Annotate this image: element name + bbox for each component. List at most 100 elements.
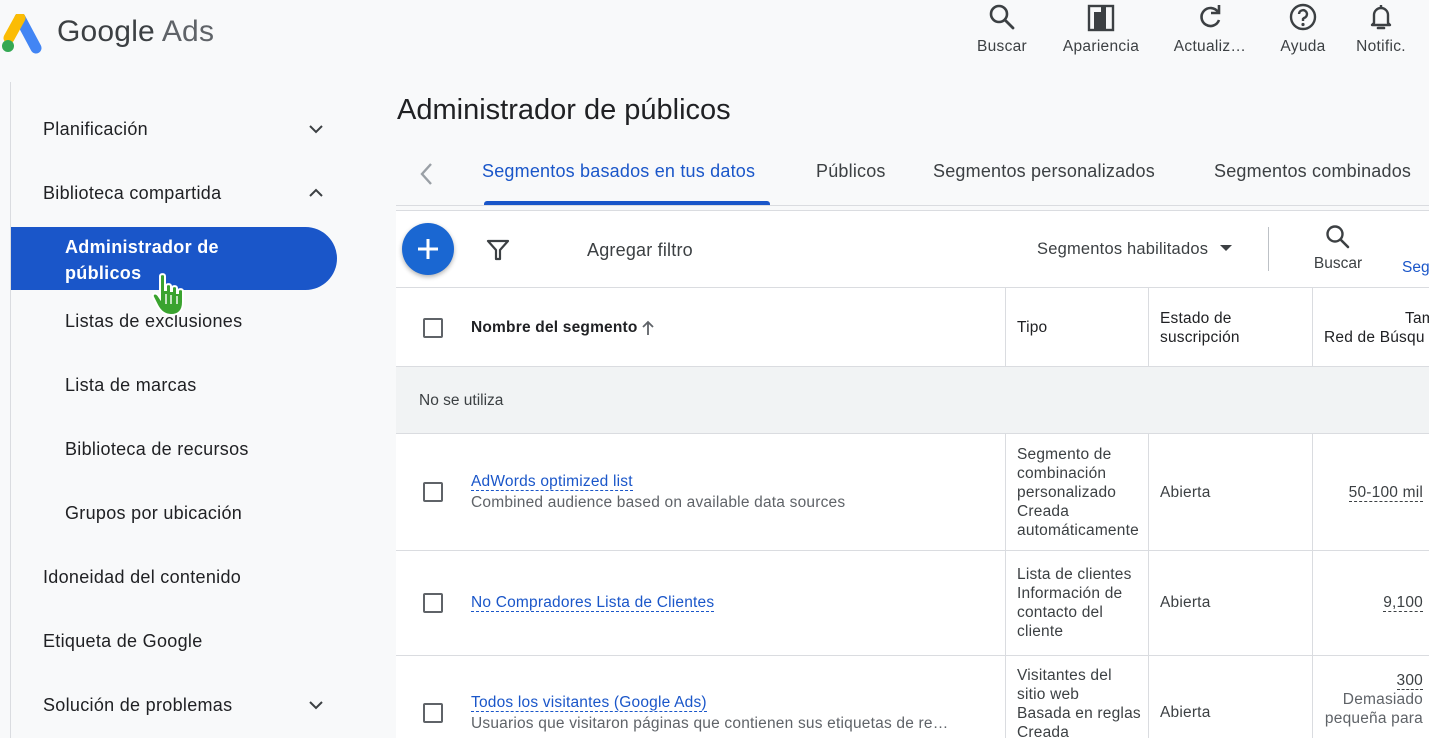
search-icon: [989, 4, 1015, 30]
segment-name-link[interactable]: No Compradores Lista de Clientes: [471, 594, 715, 612]
refresh-button[interactable]: Actualiz…: [1170, 0, 1250, 64]
segment-status-cell: Abierta: [1160, 704, 1211, 721]
brand-name: Google Ads: [57, 15, 214, 49]
tab-segmentos-combinados[interactable]: Segmentos combinados: [1214, 161, 1411, 182]
top-bar: Google Ads Buscar Apariencia Actualiz… A…: [0, 0, 1429, 72]
google-ads-app: Google Ads Buscar Apariencia Actualiz… A…: [0, 0, 1429, 738]
segment-name-cell: AdWords optimized list: [471, 472, 633, 491]
column-header-type[interactable]: Tipo: [1017, 318, 1047, 337]
column-header-size-line1[interactable]: Tama: [1405, 309, 1429, 328]
add-segment-button[interactable]: [402, 223, 454, 275]
sidebar-item-biblioteca-compartida[interactable]: Biblioteca compartida: [11, 172, 347, 216]
sidebar-item-label: Idoneidad del contenido: [43, 567, 242, 587]
sidebar-item-planificacion[interactable]: Planificación: [11, 108, 347, 152]
top-search-button[interactable]: Buscar: [972, 0, 1032, 64]
appearance-button[interactable]: Apariencia: [1057, 0, 1145, 64]
tab-segmentos-basados[interactable]: Segmentos basados en tus datos: [482, 161, 755, 182]
tab-bar: Segmentos basados en tus datos Públicos …: [396, 146, 1429, 206]
google-ads-logo-icon[interactable]: [0, 14, 44, 54]
column-divider: [1148, 551, 1149, 656]
type-line: Creada: [1017, 724, 1070, 738]
type-line: Información de: [1017, 585, 1123, 602]
column-divider: [1005, 288, 1006, 367]
filter-icon[interactable]: [486, 239, 510, 261]
segment-name-link[interactable]: Todos los visitantes (Google Ads): [471, 694, 707, 712]
segment-size-value[interactable]: 50-100 mil: [1348, 484, 1423, 502]
arrow-up-icon[interactable]: [640, 319, 656, 337]
segment-description: Combined audience based on available dat…: [471, 494, 846, 511]
segment-type-cell: Visitantes del sitio web Basada en regla…: [1017, 666, 1141, 738]
segments-table-card: Agregar filtro Segmentos habilitados Bus…: [396, 210, 1429, 738]
row-checkbox[interactable]: [423, 703, 443, 723]
column-divider: [1148, 656, 1149, 738]
column-header-name[interactable]: Nombre del segmento: [471, 318, 638, 337]
page-title: Administrador de públicos: [397, 94, 731, 126]
sidebar-item-solucion-de-problemas[interactable]: Solución de problemas: [11, 684, 347, 728]
sidebar-item-etiqueta-de-google[interactable]: Etiqueta de Google: [11, 620, 347, 664]
active-tab-indicator: [484, 201, 770, 205]
notifications-label: Notific.: [1356, 38, 1406, 55]
column-divider: [1312, 656, 1313, 738]
table-row: AdWords optimized list Combined audience…: [396, 434, 1429, 551]
brand-google: Google: [57, 15, 155, 48]
column-divider: [1312, 434, 1313, 551]
segment-status-value: Segmentos habilitados: [1037, 240, 1209, 258]
toolbar-divider: [1268, 227, 1269, 271]
column-divider: [1005, 551, 1006, 656]
top-search-label: Buscar: [976, 38, 1028, 55]
table-search-button[interactable]: Buscar: [1301, 223, 1375, 273]
segment-status-cell: Abierta: [1160, 484, 1211, 501]
column-header-status-line2[interactable]: suscripción: [1160, 328, 1240, 347]
refresh-label: Actualiz…: [1173, 38, 1247, 55]
segment-description: Usuarios que visitaron páginas que conti…: [471, 715, 949, 732]
sidebar-item-lista-de-marcas[interactable]: Lista de marcas: [11, 364, 347, 408]
caret-down-icon: [1220, 244, 1233, 251]
chevron-up-icon: [309, 188, 323, 197]
tab-segmentos-personalizados[interactable]: Segmentos personalizados: [933, 161, 1155, 182]
table-row: No Compradores Lista de Clientes Lista d…: [396, 551, 1429, 656]
segment-name-link[interactable]: AdWords optimized list: [471, 473, 633, 491]
chevron-down-icon: [309, 125, 323, 134]
sidebar: Planificación Biblioteca compartida Admi…: [10, 82, 360, 738]
type-line: personalizado: [1017, 484, 1117, 501]
refresh-icon: [1200, 5, 1221, 28]
table-header: Nombre del segmento Tipo Estado de suscr…: [396, 288, 1429, 367]
type-line: Creada: [1017, 503, 1070, 520]
sidebar-item-grupos-por-ubicacion[interactable]: Grupos por ubicación: [11, 492, 347, 536]
column-header-size-line2[interactable]: Red de Búsqu: [1324, 328, 1425, 347]
type-line: combinación: [1017, 465, 1107, 482]
segment-size-value[interactable]: 300: [1396, 672, 1423, 690]
sidebar-item-idoneidad-del-contenido[interactable]: Idoneidad del contenido: [11, 556, 347, 600]
type-line: Visitantes del: [1017, 667, 1112, 684]
segment-status-dropdown[interactable]: Segmentos habilitados: [1037, 240, 1233, 259]
type-line: sitio web: [1017, 686, 1080, 703]
segment-size-value[interactable]: 9,100: [1383, 594, 1423, 612]
segment-name-cell: Todos los visitantes (Google Ads): [471, 693, 707, 712]
column-divider: [1312, 288, 1313, 367]
add-filter-input[interactable]: Agregar filtro: [587, 240, 693, 261]
table-search-label: Buscar: [1313, 255, 1363, 272]
segment-size-note: Demasiado: [1342, 691, 1423, 708]
sidebar-item-label: Biblioteca de recursos: [65, 439, 249, 459]
type-line: cliente: [1017, 623, 1064, 640]
type-line: Segmento de: [1017, 446, 1112, 463]
group-header-row: No se utiliza: [396, 367, 1429, 434]
row-checkbox[interactable]: [423, 482, 443, 502]
sidebar-item-biblioteca-de-recursos[interactable]: Biblioteca de recursos: [11, 428, 347, 472]
appearance-icon: [1087, 4, 1115, 32]
row-checkbox[interactable]: [423, 593, 443, 613]
appearance-label: Apariencia: [1062, 38, 1140, 55]
notifications-button[interactable]: Notific.: [1350, 0, 1412, 64]
chevron-left-icon[interactable]: [416, 160, 438, 188]
help-button[interactable]: Ayuda: [1276, 0, 1330, 64]
select-all-checkbox[interactable]: [423, 318, 443, 338]
type-line: contacto del: [1017, 604, 1103, 621]
tab-publicos[interactable]: Públicos: [816, 161, 886, 182]
segment-type-cell: Lista de clientes Información de contact…: [1017, 565, 1132, 641]
column-header-status-line1[interactable]: Estado de: [1160, 309, 1232, 328]
segments-link[interactable]: Seg: [1402, 259, 1429, 277]
sidebar-item-label: Etiqueta de Google: [43, 631, 203, 651]
type-line: automáticamente: [1017, 522, 1139, 539]
column-divider: [1148, 288, 1149, 367]
plus-icon: [418, 239, 438, 259]
